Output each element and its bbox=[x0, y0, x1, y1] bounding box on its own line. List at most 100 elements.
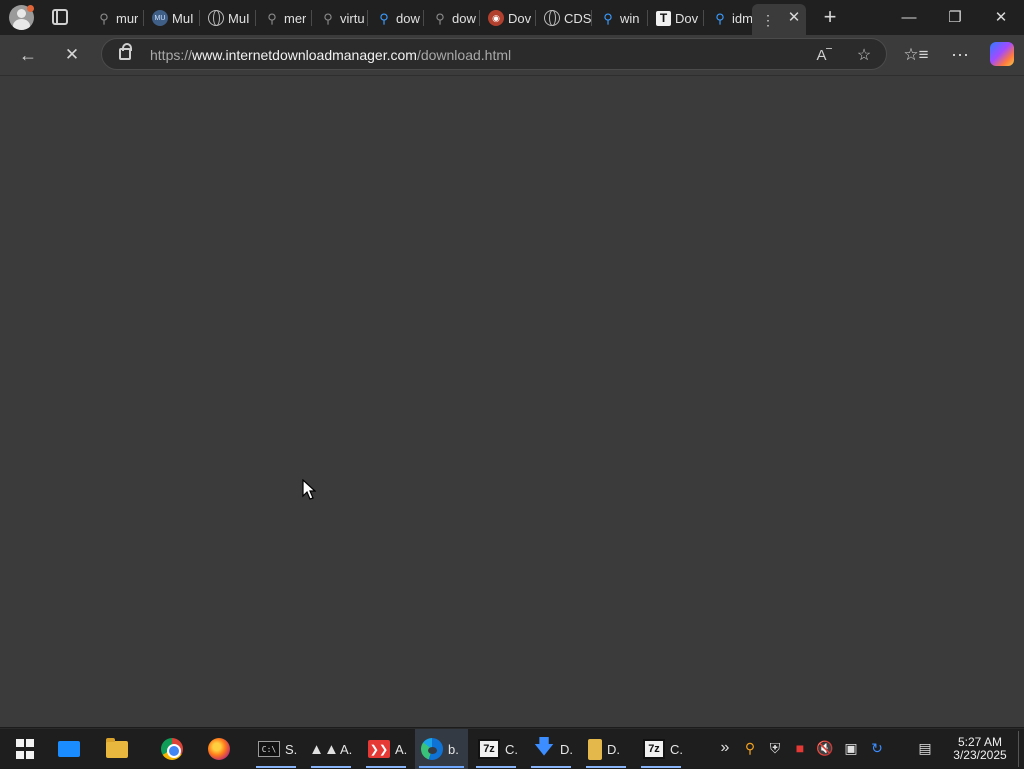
taskbar-clock[interactable]: 5:27 AM 3/23/2025 bbox=[948, 736, 1012, 762]
notification-icon[interactable]: ▤ bbox=[914, 737, 936, 759]
tab-3[interactable]: MuI bbox=[200, 4, 256, 32]
7zip-icon: 7z bbox=[478, 739, 500, 759]
firefox-icon bbox=[208, 738, 230, 760]
tab-2[interactable]: MU MuI bbox=[144, 4, 200, 32]
taskbar-app-download[interactable]: 🡇 D. bbox=[527, 729, 575, 769]
tab-actions-icon[interactable] bbox=[52, 9, 68, 25]
taskbar-app-7zip-2[interactable]: 7z C. bbox=[637, 729, 685, 769]
tab-label: Dov bbox=[675, 10, 699, 26]
7zip-icon: 7z bbox=[643, 739, 665, 759]
search-icon: ⚲ bbox=[379, 10, 389, 26]
tab-label: mer bbox=[284, 10, 307, 26]
page-content[interactable] bbox=[0, 75, 1024, 727]
minimize-icon[interactable]: — bbox=[895, 4, 923, 30]
back-icon[interactable]: ← bbox=[15, 43, 41, 67]
tab-label: MuI bbox=[172, 10, 194, 26]
more-options-icon[interactable]: ⋯ bbox=[947, 43, 973, 67]
show-desktop-button[interactable] bbox=[52, 729, 88, 769]
search-icon: ⚲ bbox=[99, 10, 109, 26]
show-hidden-icons-chevron-icon[interactable]: » bbox=[714, 737, 736, 759]
taskbar-app-label: S. bbox=[285, 741, 298, 757]
aria-icon: ▲▲ bbox=[309, 740, 339, 758]
tab-label: CDS bbox=[564, 10, 592, 26]
profile-notification-dot bbox=[27, 5, 34, 12]
volume-muted-icon[interactable]: 🔇 bbox=[814, 737, 836, 759]
browser-window: ⚲ mur MU MuI MuI ⚲ mer ⚲ virtu ⚲ dow ⚲ d… bbox=[0, 0, 1024, 727]
taskbar-app-label: b. bbox=[448, 741, 459, 757]
taskbar-app-label: C. bbox=[670, 741, 683, 757]
restore-icon[interactable]: ❐ bbox=[941, 4, 969, 30]
taskbar-app-label: A. bbox=[395, 741, 408, 757]
tab-label: dow bbox=[452, 10, 476, 26]
anydesk-tray-icon[interactable]: ■ bbox=[789, 737, 811, 759]
globe-icon bbox=[208, 10, 224, 26]
favorites-icon[interactable]: ☆≡ bbox=[903, 43, 929, 67]
tab-label: dow bbox=[396, 10, 420, 26]
chrome-icon bbox=[161, 738, 183, 760]
navigation-toolbar: ← ✕ https://www.internetdownloadmanager.… bbox=[0, 35, 1024, 75]
close-window-icon[interactable]: ✕ bbox=[987, 4, 1015, 30]
security-shield-icon[interactable]: ⛨ bbox=[764, 737, 786, 759]
tab-8[interactable]: ◉ Dov bbox=[480, 4, 536, 32]
tab-6[interactable]: ⚲ dow bbox=[368, 4, 424, 32]
file-explorer-button[interactable] bbox=[100, 729, 136, 769]
read-aloud-icon[interactable]: A‾ bbox=[813, 44, 835, 66]
search-icon: ⚲ bbox=[603, 10, 613, 26]
new-tab-icon[interactable]: + bbox=[818, 4, 842, 29]
network-icon[interactable]: ▣ bbox=[840, 737, 862, 759]
clock-date: 3/23/2025 bbox=[953, 748, 1007, 762]
tab-11[interactable]: T Dov bbox=[648, 4, 704, 32]
tab-label: mur bbox=[116, 10, 139, 26]
command-prompt-icon: C:\ bbox=[258, 741, 280, 757]
favorite-star-icon[interactable]: ☆ bbox=[853, 44, 875, 66]
url-host: www.internetdownloadmanager.com bbox=[192, 47, 417, 63]
taskbar-app-anydesk[interactable]: ❯❯ A. bbox=[362, 729, 410, 769]
address-bar[interactable]: https://www.internetdownloadmanager.com/… bbox=[101, 38, 887, 70]
copilot-icon[interactable] bbox=[990, 42, 1014, 66]
reddit-icon: ◉ bbox=[488, 10, 504, 26]
stop-loading-icon[interactable]: ✕ bbox=[59, 43, 85, 67]
search-icon: ⚲ bbox=[323, 10, 333, 26]
t-logo-icon: T bbox=[656, 10, 671, 26]
search-icon: ⚲ bbox=[267, 10, 277, 26]
search-tray-icon[interactable]: ⚲ bbox=[739, 737, 761, 759]
taskbar-app-edge[interactable]: b. bbox=[415, 729, 468, 769]
tab-1[interactable]: ⚲ mur bbox=[88, 4, 144, 32]
tab-4[interactable]: ⚲ mer bbox=[256, 4, 312, 32]
download-icon: 🡇 bbox=[533, 736, 555, 758]
windows-icon bbox=[14, 738, 36, 760]
tab-label: virtu bbox=[340, 10, 365, 26]
start-button[interactable] bbox=[8, 729, 44, 769]
tab-5[interactable]: ⚲ virtu bbox=[312, 4, 368, 32]
anydesk-icon: ❯❯ bbox=[368, 740, 390, 758]
tab-label: Dov bbox=[508, 10, 532, 26]
url-protocol: https:// bbox=[150, 47, 193, 63]
folder-icon bbox=[106, 737, 128, 758]
show-desktop-edge[interactable] bbox=[1018, 731, 1019, 767]
tab-10[interactable]: ⚲ win bbox=[592, 4, 648, 32]
close-tab-icon[interactable]: ✕ bbox=[785, 8, 803, 26]
tab-label: idm bbox=[732, 10, 753, 26]
tab-label: win bbox=[620, 10, 640, 26]
taskbar-app-command-prompt[interactable]: C:\ S. bbox=[252, 729, 300, 769]
taskbar-app-archive[interactable]: D. bbox=[582, 729, 630, 769]
desktop-icon bbox=[58, 741, 80, 757]
taskbar-app-label: D. bbox=[560, 741, 573, 757]
sync-icon[interactable]: ↻ bbox=[866, 737, 888, 759]
url-path: /download.html bbox=[416, 47, 512, 63]
tab-9[interactable]: CDS bbox=[536, 4, 592, 32]
lock-icon[interactable] bbox=[119, 43, 132, 60]
taskbar-app-7zip[interactable]: 7z C. bbox=[472, 729, 520, 769]
taskbar: C:\ S. ▲▲ A. ❯❯ A. b. 7z C. 🡇 D. D. 7z C… bbox=[0, 728, 1024, 769]
firefox-button[interactable] bbox=[202, 729, 238, 769]
url-text[interactable]: https://www.internetdownloadmanager.com/… bbox=[150, 47, 511, 63]
edge-icon bbox=[421, 738, 443, 760]
taskbar-app-label: A. bbox=[340, 741, 353, 757]
mu-logo-icon: MU bbox=[152, 10, 168, 26]
tab-7[interactable]: ⚲ dow bbox=[424, 4, 480, 32]
taskbar-app-aria[interactable]: ▲▲ A. bbox=[307, 729, 355, 769]
tab-strip: ⚲ mur MU MuI MuI ⚲ mer ⚲ virtu ⚲ dow ⚲ d… bbox=[0, 0, 1024, 35]
chrome-button[interactable] bbox=[155, 729, 191, 769]
globe-icon bbox=[544, 10, 560, 26]
archive-icon bbox=[588, 738, 602, 760]
